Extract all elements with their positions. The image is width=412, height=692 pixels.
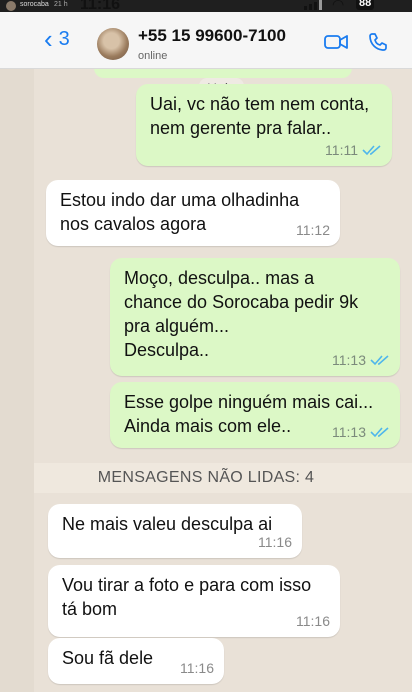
double-check-icon <box>370 355 389 366</box>
message-bubble-out[interactable]: Uai, vc não tem nem conta, nem gerente p… <box>136 84 392 166</box>
contact-name[interactable]: +55 15 99600-7100 <box>138 26 286 46</box>
video-camera-icon[interactable] <box>324 34 348 50</box>
message-bubble-in[interactable]: Vou tirar a foto e para com isso tá bom … <box>48 565 340 637</box>
contact-avatar[interactable] <box>97 28 129 60</box>
unread-messages-divider: MENSAGENS NÃO LIDAS: 4 <box>34 463 412 493</box>
story-username[interactable]: sorocaba <box>20 1 49 8</box>
double-check-icon <box>370 427 389 438</box>
message-time: 11:16 <box>180 660 214 676</box>
message-text: Uai, vc não tem nem conta, nem gerente p… <box>150 94 370 138</box>
message-time: 11:13 <box>332 424 366 440</box>
message-bubble-in[interactable]: Estou indo dar uma olhadinha nos cavalos… <box>46 180 340 246</box>
chat-area[interactable]: Hoje Uai, vc não tem nem conta, nem gere… <box>34 68 412 692</box>
message-text: Ne mais valeu desculpa ai <box>62 514 273 534</box>
message-bubble-in[interactable]: Ne mais valeu desculpa ai 11:16 <box>48 504 302 558</box>
message-time: 11:11 <box>325 142 358 158</box>
message-bubble-out[interactable]: Moço, desculpa.. mas a chance do Sorocab… <box>110 258 400 376</box>
message-time: 11:13 <box>332 352 366 368</box>
unread-label: MENSAGENS NÃO LIDAS: 4 <box>97 469 315 486</box>
chat-header: ‹ 3 +55 15 99600-7100 online <box>0 12 412 69</box>
message-time: 11:16 <box>296 613 330 629</box>
partial-message-bubble <box>94 68 352 78</box>
message-bubble-out[interactable]: Esse golpe ninguém mais cai... Ainda mai… <box>110 382 400 448</box>
back-chevron-icon: ‹ <box>44 24 53 54</box>
chat-edge <box>0 68 34 692</box>
story-bar: sorocaba 21 h <box>0 0 412 12</box>
unread-chats-count: 3 <box>58 28 70 50</box>
story-time: 21 h <box>54 1 68 8</box>
message-text: Estou indo dar uma olhadinha nos cavalos… <box>60 190 300 234</box>
message-text: Vou tirar a foto e para com isso tá bom <box>62 575 312 619</box>
double-check-icon <box>362 145 381 156</box>
story-avatar[interactable] <box>6 1 16 11</box>
message-time: 11:16 <box>258 534 292 550</box>
phone-icon[interactable] <box>368 32 388 52</box>
message-bubble-in[interactable]: Sou fã dele 11:16 <box>48 638 224 684</box>
contact-status: online <box>138 50 168 62</box>
back-button[interactable]: ‹ 3 <box>44 24 70 54</box>
message-time: 11:12 <box>296 222 330 238</box>
